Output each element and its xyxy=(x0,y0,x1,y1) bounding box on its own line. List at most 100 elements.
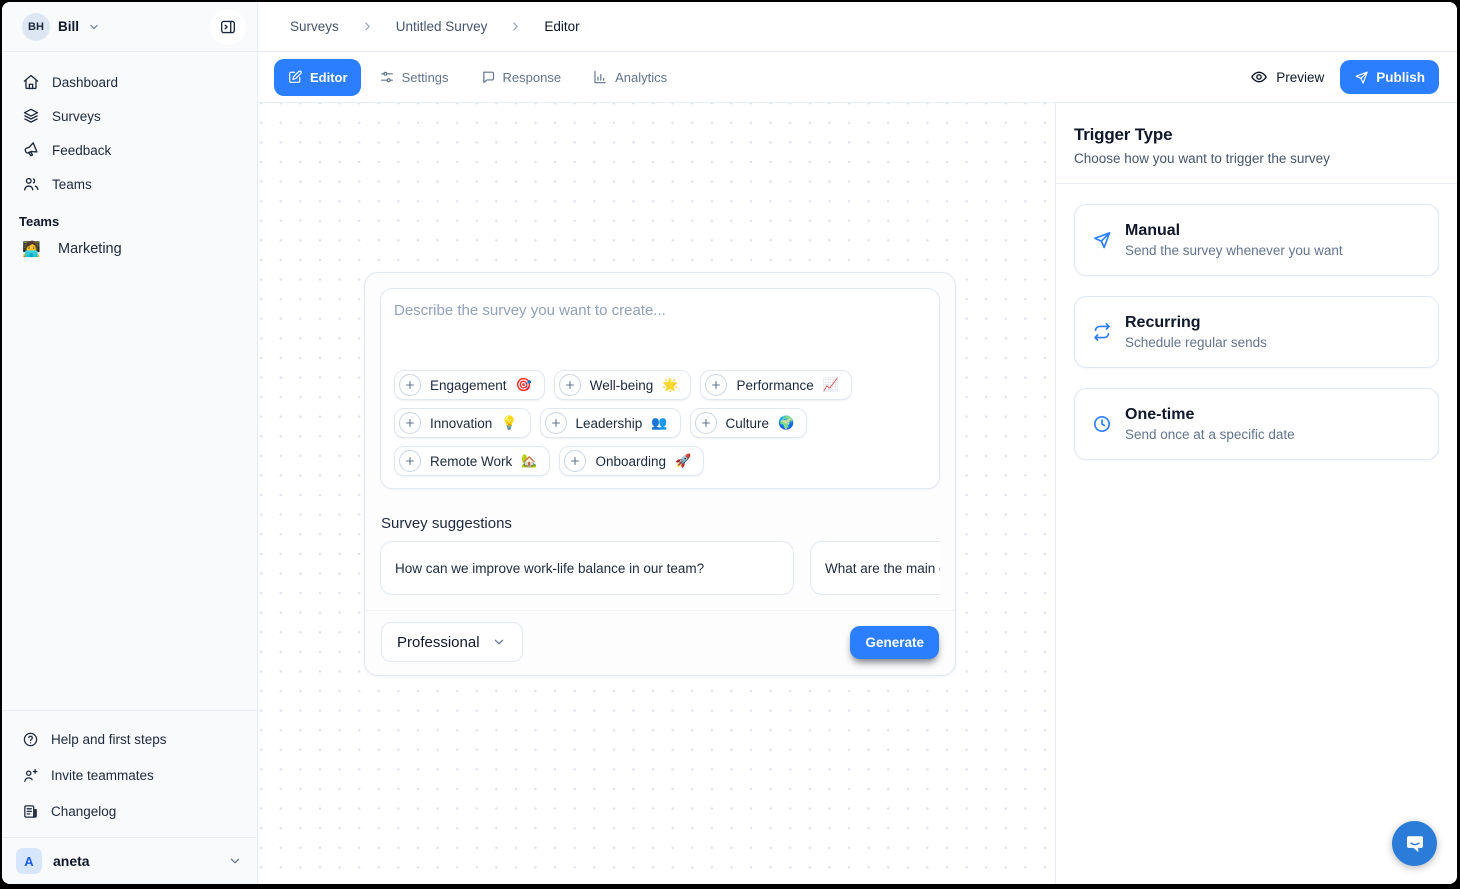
trigger-option-description: Send the survey whenever you want xyxy=(1125,243,1343,258)
megaphone-icon xyxy=(22,141,40,159)
content-area: Describe the survey you want to create..… xyxy=(258,103,1457,884)
trigger-option[interactable]: One-time Send once at a specific date xyxy=(1074,388,1439,460)
trigger-option-title: One-time xyxy=(1125,406,1295,424)
topic-chip[interactable]: Engagement 🎯 xyxy=(394,370,545,400)
workspace-avatar[interactable]: BH xyxy=(22,13,50,41)
chip-label: Well-being xyxy=(590,378,654,393)
user-avatar: A xyxy=(16,848,42,874)
teams-section-label: Teams xyxy=(19,214,240,229)
topic-chip[interactable]: Leadership 👥 xyxy=(540,408,681,438)
topic-chip[interactable]: Innovation 💡 xyxy=(394,408,531,438)
chat-icon xyxy=(480,69,496,85)
sidebar-collapse-button[interactable] xyxy=(210,9,246,45)
sidebar-item[interactable]: Feedback xyxy=(12,133,247,167)
trigger-options: Manual Send the survey whenever you want… xyxy=(1056,184,1457,500)
tab[interactable]: Settings xyxy=(366,59,462,96)
tab-label: Analytics xyxy=(615,70,667,85)
chevron-down-icon xyxy=(491,634,507,650)
generate-button[interactable]: Generate xyxy=(850,626,939,659)
sidebar-footer-item[interactable]: Help and first steps xyxy=(12,721,247,757)
trigger-option-description: Send once at a specific date xyxy=(1125,427,1295,442)
trigger-panel-subtitle: Choose how you want to trigger the surve… xyxy=(1074,151,1439,166)
topic-chip[interactable]: Remote Work 🏡 xyxy=(394,446,550,476)
sidebar-item[interactable]: Surveys xyxy=(12,99,247,133)
survey-canvas[interactable]: Describe the survey you want to create..… xyxy=(258,103,1055,884)
help-circle-icon xyxy=(22,731,39,748)
tab[interactable]: Analytics xyxy=(579,59,680,96)
app-window: BH Bill Dashboard Surveys xyxy=(2,2,1457,884)
breadcrumb-surveys[interactable]: Surveys xyxy=(290,19,339,34)
editor-tabs: Editor Settings Response Analyti xyxy=(274,59,680,96)
sidebar-item-label: Teams xyxy=(52,177,92,192)
teams-list: 🧑‍💻 Marketing xyxy=(2,231,257,267)
tab[interactable]: Response xyxy=(467,59,575,96)
chip-emoji: 🎯 xyxy=(516,377,532,393)
sliders-icon xyxy=(379,69,395,85)
suggestions-title: Survey suggestions xyxy=(381,515,939,532)
pencil-square-icon xyxy=(287,69,303,85)
trigger-option-title: Recurring xyxy=(1125,314,1267,332)
users-icon xyxy=(22,175,40,193)
sidebar-item[interactable]: Dashboard xyxy=(12,65,247,99)
chip-label: Remote Work xyxy=(430,454,512,469)
sidebar-item-label: Surveys xyxy=(52,109,101,124)
send-icon xyxy=(1092,230,1112,250)
suggestion-card[interactable]: How can we improve work-life balance in … xyxy=(380,541,794,595)
tab-label: Response xyxy=(503,70,562,85)
trigger-option[interactable]: Recurring Schedule regular sends xyxy=(1074,296,1439,368)
toolbar-actions: Preview Publish xyxy=(1250,60,1439,94)
clock-icon xyxy=(1092,414,1112,434)
topic-chip[interactable]: Onboarding 🚀 xyxy=(559,446,704,476)
workspace-name[interactable]: Bill xyxy=(58,19,79,34)
trigger-option[interactable]: Manual Send the survey whenever you want xyxy=(1074,204,1439,276)
preview-button[interactable]: Preview xyxy=(1250,68,1324,86)
plus-icon xyxy=(695,412,717,434)
newspaper-icon xyxy=(22,803,39,820)
publish-button[interactable]: Publish xyxy=(1340,60,1439,94)
plus-icon xyxy=(399,374,421,396)
team-label: Marketing xyxy=(58,241,122,257)
sidebar-item[interactable]: Teams xyxy=(12,167,247,201)
plus-icon xyxy=(705,374,727,396)
chat-launcher[interactable] xyxy=(1392,821,1437,866)
publish-label: Publish xyxy=(1376,70,1425,85)
sidebar-item-label: Feedback xyxy=(52,143,111,158)
topic-chip[interactable]: Well-being 🌟 xyxy=(554,370,692,400)
survey-prompt-input[interactable]: Describe the survey you want to create..… xyxy=(380,288,940,489)
panel-toggle-icon xyxy=(219,18,237,36)
trigger-panel-title: Trigger Type xyxy=(1074,125,1439,145)
chip-emoji: 🚀 xyxy=(675,453,691,469)
chip-label: Leadership xyxy=(576,416,643,431)
topic-chip[interactable]: Performance 📈 xyxy=(700,370,851,400)
chevron-right-icon xyxy=(508,19,523,34)
plus-icon xyxy=(399,450,421,472)
bar-chart-icon xyxy=(592,69,608,85)
trigger-option-title: Manual xyxy=(1125,222,1343,240)
chip-emoji: 💡 xyxy=(501,415,517,431)
chip-label: Onboarding xyxy=(595,454,666,469)
sidebar-item-label: Dashboard xyxy=(52,75,118,90)
chip-emoji: 🌍 xyxy=(778,415,794,431)
sidebar-footer-label: Changelog xyxy=(51,804,116,819)
sidebar-team-item[interactable]: 🧑‍💻 Marketing xyxy=(12,231,247,267)
trigger-panel-header: Trigger Type Choose how you want to trig… xyxy=(1056,103,1457,184)
chip-emoji: 🏡 xyxy=(521,453,537,469)
sidebar-footer-label: Invite teammates xyxy=(51,768,154,783)
breadcrumb-survey-name[interactable]: Untitled Survey xyxy=(396,19,488,34)
plus-icon xyxy=(564,450,586,472)
suggestion-text: How can we improve work-life balance in … xyxy=(395,561,704,576)
tab[interactable]: Editor xyxy=(274,59,361,96)
tone-select[interactable]: Professional xyxy=(381,622,523,662)
sidebar-spacer xyxy=(2,267,257,710)
user-menu[interactable]: A aneta xyxy=(2,837,257,884)
chevron-right-icon xyxy=(360,19,375,34)
sidebar-nav: Dashboard Surveys Feedback Teams xyxy=(2,52,257,201)
sidebar-footer-item[interactable]: Invite teammates xyxy=(12,757,247,793)
sidebar-footer-item[interactable]: Changelog xyxy=(12,793,247,829)
suggestion-card[interactable]: What are the main ob xyxy=(810,541,940,595)
topic-chip[interactable]: Culture 🌍 xyxy=(690,408,808,438)
plus-icon xyxy=(559,374,581,396)
eye-icon xyxy=(1250,68,1268,86)
chevron-down-icon xyxy=(87,20,101,34)
breadcrumb-current-page: Editor xyxy=(544,19,579,34)
